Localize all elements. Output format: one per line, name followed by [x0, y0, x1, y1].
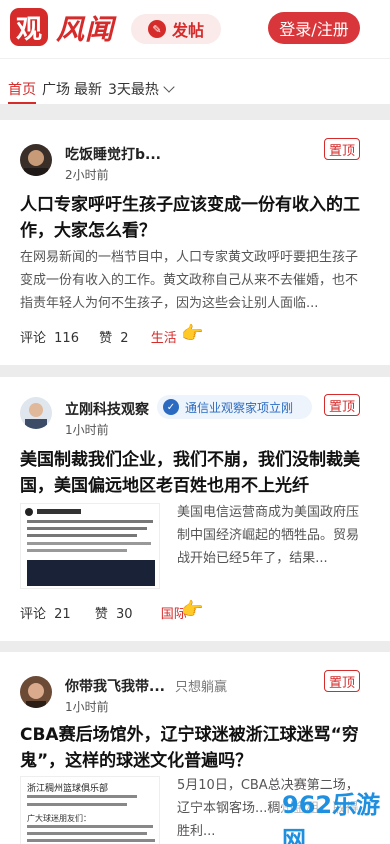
tab-3day-hot[interactable]: 3天最热 [108, 79, 175, 99]
comments-count: 116 [54, 331, 79, 346]
avatar[interactable] [20, 676, 52, 708]
avatar[interactable] [20, 397, 52, 429]
comments-count: 21 [54, 607, 71, 622]
chevron-down-icon [163, 81, 175, 93]
thumbnail-heading: 浙江稠州篮球俱乐部 [27, 784, 109, 794]
thumbnail-line: 广大球迷朋友们： [27, 814, 91, 823]
pinned-badge: 置顶 [324, 670, 360, 692]
likes-label[interactable]: 赞 [99, 331, 112, 346]
pointing-hand-icon: 👉 [181, 323, 204, 344]
post-stats: 评论 21 赞 30 国际 [20, 603, 191, 622]
category-tag[interactable]: 生活 [151, 331, 177, 346]
edit-icon: ✎ [147, 20, 166, 38]
likes-label[interactable]: 赞 [95, 607, 108, 622]
comments-label[interactable]: 评论 [20, 607, 46, 622]
tab-latest[interactable]: 最新 [74, 79, 102, 99]
app-logo-icon[interactable]: 观 [10, 8, 48, 46]
pointing-hand-icon: 👉 [181, 599, 204, 620]
post-summary[interactable]: 在网易新闻的一档节目中，人口专家黄文政呼吁要把生孩子变成一份有收入的工作。黄文政… [20, 246, 370, 315]
avatar[interactable] [20, 144, 52, 176]
post-button[interactable]: ✎ 发帖 [131, 14, 221, 44]
post-thumbnail[interactable] [20, 503, 160, 589]
post-card[interactable]: 吃饭睡觉打b... 2小时前 置顶 人口专家呼吁生孩子应该变成一份有收入的工作，… [0, 120, 390, 365]
pinned-badge: 置顶 [324, 138, 360, 160]
login-button[interactable]: 登录/注册 [268, 12, 360, 44]
app-page: 观 风闻 ✎ 发帖 登录/注册 首页 广场 最新 3天最热 吃饭睡觉打b... … [0, 0, 390, 844]
post-title[interactable]: 人口专家呼吁生孩子应该变成一份有收入的工作，大家怎么看？ [20, 192, 370, 244]
app-header: 观 风闻 ✎ 发帖 登录/注册 [0, 0, 390, 58]
comments-label[interactable]: 评论 [20, 331, 46, 346]
tab-square[interactable]: 广场 [42, 79, 70, 99]
post-title[interactable]: 美国制裁我们企业，我们不崩，我们没制裁美国，美国偏远地区老百姓也用不上光纤 [20, 447, 370, 499]
author-name[interactable]: 立刚科技观察 [65, 399, 149, 419]
certification-text: 通信业观察家项立刚 [185, 400, 294, 415]
certification-badge: ✓ 通信业观察家项立刚 [157, 395, 312, 419]
tab-home[interactable]: 首页 [8, 79, 36, 99]
post-button-label: 发帖 [171, 21, 204, 40]
author-note: 只想躺赢 [175, 680, 228, 695]
post-time: 2小时前 [65, 168, 109, 182]
author-name[interactable]: 吃饭睡觉打b... [65, 144, 161, 164]
post-thumbnail[interactable]: 浙江稠州篮球俱乐部 广大球迷朋友们： [20, 776, 160, 844]
site-watermark: 962乐游网 [282, 791, 390, 844]
tab-bar: 首页 广场 最新 3天最热 [0, 58, 390, 104]
likes-count: 2 [120, 331, 129, 346]
verified-check-icon: ✓ [163, 399, 179, 415]
post-card[interactable]: 立刚科技观察 ✓ 通信业观察家项立刚 1小时前 置顶 美国制裁我们企业，我们不崩… [0, 377, 390, 641]
post-time: 1小时前 [65, 423, 109, 437]
tab-3day-hot-label: 3天最热 [108, 82, 159, 98]
post-time: 1小时前 [65, 700, 109, 714]
pinned-badge: 置顶 [324, 394, 360, 416]
post-stats: 评论 116 赞 2 生活 [20, 327, 181, 346]
app-logo-text: 风闻 [56, 13, 115, 46]
active-tab-indicator [8, 102, 36, 104]
author-name[interactable]: 你带我飞我带... [65, 676, 165, 696]
post-title[interactable]: CBA赛后场馆外，辽宁球迷被浙江球迷骂“穷鬼”，这样的球迷文化普遍吗？ [20, 722, 370, 774]
post-summary[interactable]: 美国电信运营商成为美国政府压制中国经济崛起的牺牲品。贸易战开始已经5年了，结果.… [177, 501, 369, 570]
likes-count: 30 [116, 607, 133, 622]
